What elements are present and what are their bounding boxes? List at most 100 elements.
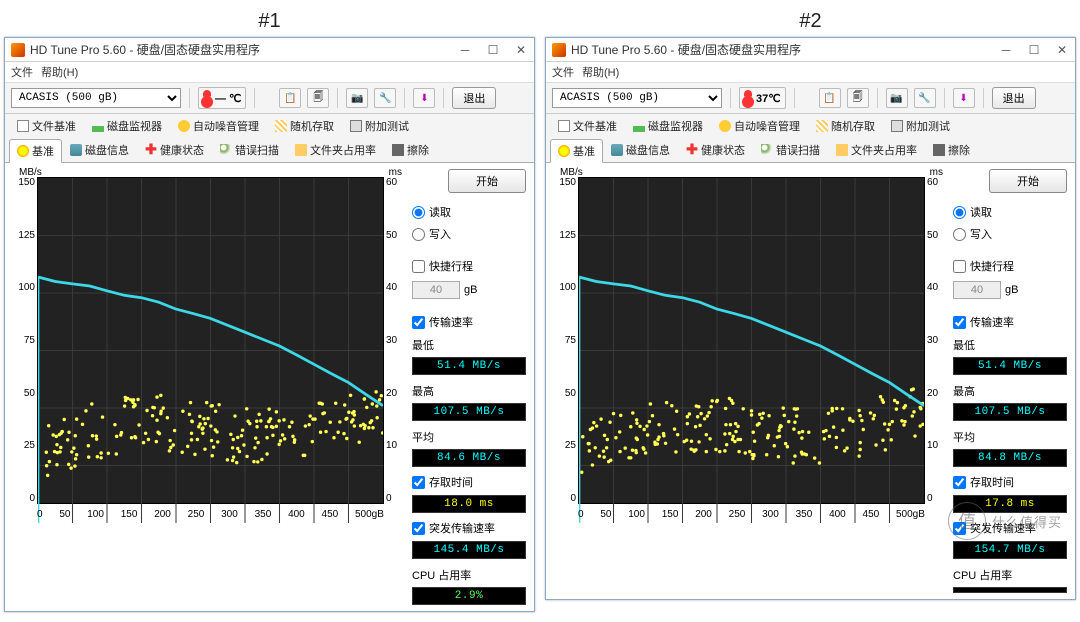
drive-select[interactable]: ACASIS (500 gB) — [552, 88, 722, 108]
access-time-check[interactable] — [953, 476, 966, 489]
avg-value: 84.8 MB/s — [953, 449, 1067, 467]
tab-擦除[interactable]: 擦除 — [384, 138, 437, 162]
transfer-rate-check[interactable] — [953, 316, 966, 329]
copy-screenshot-button[interactable]: 🗐 — [307, 88, 329, 108]
exit-button[interactable]: 退出 — [452, 87, 496, 109]
side-panel: 开始 读取 写入 快捷行程 gB 传输速率 最低 51.4 MB/s 最高 10… — [949, 167, 1071, 595]
save-button[interactable]: ⬇ — [953, 88, 975, 108]
clip-icon — [350, 120, 362, 132]
tab-随机存取[interactable]: 随机存取 — [808, 114, 883, 138]
copy-screenshot-button[interactable]: 🗐 — [847, 88, 869, 108]
min-value: 51.4 MB/s — [953, 357, 1067, 375]
mag-icon — [761, 144, 773, 156]
tab-磁盘信息[interactable]: 磁盘信息 — [62, 138, 137, 162]
burst-rate-check[interactable] — [953, 522, 966, 535]
copy-info-button[interactable]: 📋 — [819, 88, 841, 108]
menu-file[interactable]: 文件 — [11, 64, 33, 80]
maximize-button[interactable]: ☐ — [1027, 43, 1041, 57]
tab-文件夹占用率[interactable]: 文件夹占用率 — [287, 138, 384, 162]
toolbar: ACASIS (500 gB) — ℃ 📋 🗐 📷 🔧 ⬇ 退出 — [5, 83, 534, 114]
thermometer-icon — [744, 90, 752, 106]
drive-select[interactable]: ACASIS (500 gB) — [11, 88, 181, 108]
bulb-icon — [558, 145, 570, 157]
cpu-value — [953, 587, 1067, 593]
tab-附加测试[interactable]: 附加测试 — [342, 114, 417, 138]
short-stroke-value — [412, 281, 460, 299]
tab-自动噪音管理[interactable]: 自动噪音管理 — [170, 114, 267, 138]
tab-错误扫描[interactable]: 错误扫描 — [753, 138, 828, 162]
access-time-check[interactable] — [412, 476, 425, 489]
min-label: 最低 — [408, 335, 530, 353]
y-right-ticks: 6050403020100 — [386, 177, 404, 504]
tab-文件基准[interactable]: 文件基准 — [550, 114, 625, 138]
cpu-label: CPU 占用率 — [949, 565, 1071, 583]
tab-磁盘信息[interactable]: 磁盘信息 — [603, 138, 678, 162]
benchmark-chart: MB/s ms 1501251007550250 6050403020100 0… — [9, 167, 404, 522]
burst-rate-check[interactable] — [412, 522, 425, 535]
tab-文件夹占用率[interactable]: 文件夹占用率 — [828, 138, 925, 162]
close-button[interactable]: ✕ — [1055, 43, 1069, 57]
disk-icon — [70, 144, 82, 156]
menubar: 文件 帮助(H) — [546, 62, 1075, 83]
start-button[interactable]: 开始 — [448, 169, 526, 193]
save-button[interactable]: ⬇ — [413, 88, 435, 108]
window-title: HD Tune Pro 5.60 - 硬盘/固态硬盘实用程序 — [30, 41, 458, 58]
disk-icon — [611, 144, 623, 156]
options-button[interactable]: 🔧 — [914, 88, 936, 108]
minimize-button[interactable]: ─ — [458, 43, 472, 57]
tab-自动噪音管理[interactable]: 自动噪音管理 — [711, 114, 808, 138]
access-time-value: 17.8 ms — [953, 495, 1067, 513]
tab-随机存取[interactable]: 随机存取 — [267, 114, 342, 138]
burst-value: 154.7 MB/s — [953, 541, 1067, 559]
short-stroke-value — [953, 281, 1001, 299]
tab-磁盘监视器[interactable]: 磁盘监视器 — [84, 114, 170, 138]
access-time-value: 18.0 ms — [412, 495, 526, 513]
max-label: 最高 — [949, 381, 1071, 399]
close-button[interactable]: ✕ — [514, 43, 528, 57]
screenshot-button[interactable]: 📷 — [886, 88, 908, 108]
thermometer-icon — [203, 90, 211, 106]
cpu-value: 2.9% — [412, 587, 526, 605]
options-button[interactable]: 🔧 — [374, 88, 396, 108]
bulb-icon — [17, 145, 29, 157]
del-icon — [933, 144, 945, 156]
tab-擦除[interactable]: 擦除 — [925, 138, 978, 162]
side-panel: 开始 读取 写入 快捷行程 gB 传输速率 最低 51.4 MB/s 最高 10… — [408, 167, 530, 607]
short-stroke-check[interactable] — [953, 260, 966, 273]
tab-磁盘监视器[interactable]: 磁盘监视器 — [625, 114, 711, 138]
menubar: 文件 帮助(H) — [5, 62, 534, 83]
menu-help[interactable]: 帮助(H) — [582, 64, 619, 80]
menu-help[interactable]: 帮助(H) — [41, 64, 78, 80]
chart-icon — [92, 120, 104, 132]
window-title: HD Tune Pro 5.60 - 硬盘/固态硬盘实用程序 — [571, 41, 999, 58]
tab-错误扫描[interactable]: 错误扫描 — [212, 138, 287, 162]
tab-基准[interactable]: 基准 — [9, 139, 62, 163]
cpu-label: CPU 占用率 — [408, 565, 530, 583]
tab-附加测试[interactable]: 附加测试 — [883, 114, 958, 138]
read-label: 读取 — [970, 204, 992, 220]
transfer-rate-check[interactable] — [412, 316, 425, 329]
x-ticks: 050100150200250300350400450500gB — [37, 509, 384, 520]
screenshot-button[interactable]: 📷 — [346, 88, 368, 108]
read-radio[interactable] — [412, 206, 425, 219]
write-radio[interactable] — [953, 228, 966, 241]
write-radio[interactable] — [412, 228, 425, 241]
minimize-button[interactable]: ─ — [999, 43, 1013, 57]
maximize-button[interactable]: ☐ — [486, 43, 500, 57]
menu-file[interactable]: 文件 — [552, 64, 574, 80]
read-radio[interactable] — [953, 206, 966, 219]
plot-area — [37, 177, 384, 504]
app-icon — [552, 43, 566, 57]
min-label: 最低 — [949, 335, 1071, 353]
tab-健康状态[interactable]: ✚健康状态 — [137, 138, 212, 162]
copy-info-button[interactable]: 📋 — [279, 88, 301, 108]
short-stroke-check[interactable] — [412, 260, 425, 273]
tab-基准[interactable]: 基准 — [550, 139, 603, 163]
write-label: 写入 — [970, 226, 992, 242]
toolbar: ACASIS (500 gB) 37℃ 📋 🗐 📷 🔧 ⬇ 退出 — [546, 83, 1075, 114]
tab-健康状态[interactable]: ✚健康状态 — [678, 138, 753, 162]
exit-button[interactable]: 退出 — [992, 87, 1036, 109]
tab-文件基准[interactable]: 文件基准 — [9, 114, 84, 138]
fold-icon — [836, 144, 848, 156]
start-button[interactable]: 开始 — [989, 169, 1067, 193]
